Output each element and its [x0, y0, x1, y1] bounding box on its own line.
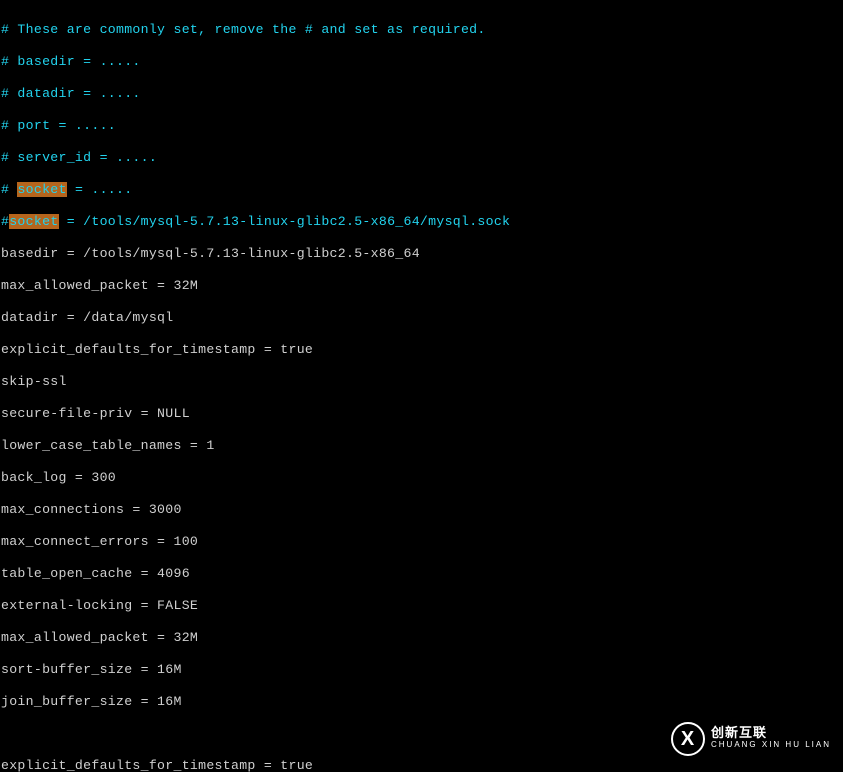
watermark-logo-icon: X: [671, 722, 705, 756]
config-line: basedir = /tools/mysql-5.7.13-linux-glib…: [1, 246, 843, 262]
config-line: max_connect_errors = 100: [1, 534, 843, 550]
config-line: explicit_defaults_for_timestamp = true: [1, 758, 843, 772]
config-line: explicit_defaults_for_timestamp = true: [1, 342, 843, 358]
config-line: sort-buffer_size = 16M: [1, 662, 843, 678]
hash-prefix: #: [1, 214, 9, 229]
socket-comment-line: # socket = .....: [1, 182, 843, 198]
config-line: secure-file-priv = NULL: [1, 406, 843, 422]
watermark: X 创新互联 CHUANG XIN HU LIAN: [671, 722, 831, 756]
watermark-text: 创新互联 CHUANG XIN HU LIAN: [711, 727, 831, 751]
socket-assignment-line: #socket = /tools/mysql-5.7.13-linux-glib…: [1, 214, 843, 230]
comment-line: # server_id = .....: [1, 150, 843, 166]
comment-line: # port = .....: [1, 118, 843, 134]
comment-line: # basedir = .....: [1, 54, 843, 70]
config-line: max_connections = 3000: [1, 502, 843, 518]
config-line: lower_case_table_names = 1: [1, 438, 843, 454]
config-line: table_open_cache = 4096: [1, 566, 843, 582]
config-line: max_allowed_packet = 32M: [1, 630, 843, 646]
highlighted-socket-word: socket: [9, 214, 58, 229]
socket-rest: = .....: [67, 182, 133, 197]
socket-path: = /tools/mysql-5.7.13-linux-glibc2.5-x86…: [59, 214, 511, 229]
comment-line: # datadir = .....: [1, 86, 843, 102]
terminal-viewport[interactable]: # These are commonly set, remove the # a…: [0, 0, 843, 772]
watermark-sub-text: CHUANG XIN HU LIAN: [711, 739, 831, 751]
highlighted-socket-word: socket: [17, 182, 66, 197]
config-line: back_log = 300: [1, 470, 843, 486]
hash-prefix: #: [1, 182, 17, 197]
config-line: skip-ssl: [1, 374, 843, 390]
comment-line: # These are commonly set, remove the # a…: [1, 22, 843, 38]
watermark-main-text: 创新互联: [711, 727, 831, 739]
config-line: datadir = /data/mysql: [1, 310, 843, 326]
config-line: max_allowed_packet = 32M: [1, 278, 843, 294]
logo-letter: X: [681, 729, 695, 749]
config-line: external-locking = FALSE: [1, 598, 843, 614]
config-line: join_buffer_size = 16M: [1, 694, 843, 710]
